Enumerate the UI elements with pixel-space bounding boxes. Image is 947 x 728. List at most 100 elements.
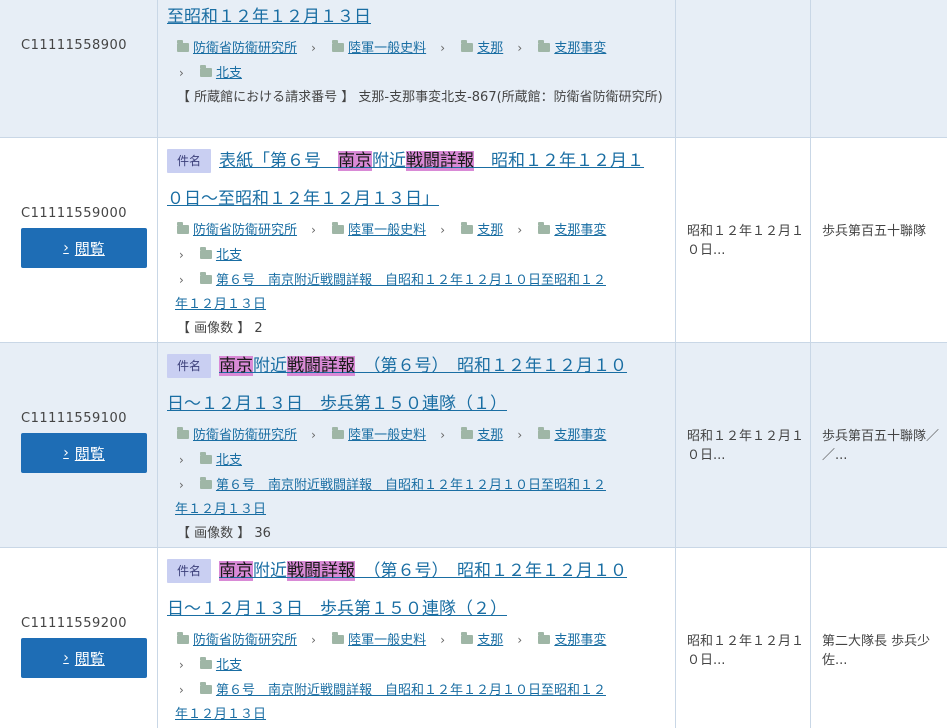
chevron-right-icon: › — [517, 428, 523, 442]
breadcrumb-link-cont[interactable]: 年１２月１３日 — [175, 707, 266, 722]
breadcrumb-link[interactable]: 第６号 南京附近戦闘詳報 自昭和１２年１２月１０日至昭和１２ — [216, 478, 606, 493]
image-count: 【 画像数 】 36 — [177, 526, 271, 541]
reference-code: C11111559200 — [21, 616, 128, 631]
view-button[interactable]: › 閲覧 — [21, 638, 147, 678]
chevron-right-icon: › — [311, 428, 316, 442]
breadcrumb-link[interactable]: 防衛省防衛研究所 — [193, 41, 297, 56]
folder-icon — [332, 40, 345, 52]
folder-icon — [177, 632, 189, 644]
breadcrumb-link[interactable]: 支那事変 — [554, 428, 606, 443]
chevron-right-icon: › — [440, 41, 446, 55]
breadcrumb-link[interactable]: 支那事変 — [554, 41, 606, 56]
breadcrumb-link[interactable]: 北支 — [216, 453, 242, 468]
folder-icon — [177, 222, 189, 234]
breadcrumb-link[interactable]: 支那 — [477, 223, 503, 238]
reference-code: C11111558900 — [21, 38, 128, 53]
folder-icon — [538, 632, 551, 644]
folder-icon — [461, 222, 474, 234]
breadcrumb-link[interactable]: 支那 — [477, 633, 503, 648]
subject-badge: 件名 — [167, 149, 212, 173]
table-row: C11111559000 › 閲覧 件名 表紙「第６号 南京附近戦闘詳報 昭和１２年… — [0, 138, 947, 343]
reference-code: C11111559100 — [21, 411, 128, 426]
chevron-right-icon: › — [63, 445, 69, 461]
breadcrumb-link[interactable]: 防衛省防衛研究所 — [193, 633, 297, 648]
chevron-right-icon: › — [440, 428, 446, 442]
breadcrumb-link[interactable]: 支那 — [477, 428, 503, 443]
breadcrumb-link[interactable]: 支那事変 — [554, 223, 606, 238]
breadcrumb-link[interactable]: 陸軍一般史料 — [348, 41, 426, 56]
folder-icon — [199, 682, 212, 694]
breadcrumb: 防衛省防衛研究所 › 陸軍一般史料 › 支那 › 支那事変 › 北支 › 第６号… — [167, 628, 675, 727]
record-title-link-cont[interactable]: 日～１２月１３日 歩兵第１５０連隊（２） — [167, 599, 507, 619]
folder-icon — [199, 65, 212, 77]
folder-icon — [332, 427, 345, 439]
breadcrumb-link[interactable]: 防衛省防衛研究所 — [193, 223, 297, 238]
breadcrumb-link[interactable]: 第６号 南京附近戦闘詳報 自昭和１２年１２月１０日至昭和１２ — [216, 683, 606, 698]
breadcrumb-link[interactable]: 陸軍一般史料 — [348, 428, 426, 443]
folder-icon — [199, 247, 212, 259]
view-button[interactable]: › 閲覧 — [21, 228, 147, 268]
chevron-right-icon: › — [179, 478, 184, 492]
chevron-right-icon: › — [179, 453, 184, 467]
folder-icon — [177, 40, 189, 52]
chevron-right-icon: › — [440, 223, 446, 237]
breadcrumb-link[interactable]: 第６号 南京附近戦闘詳報 自昭和１２年１２月１０日至昭和１２ — [216, 273, 606, 288]
folder-icon — [461, 427, 474, 439]
date-range: 昭和１２年１２月１０日... — [687, 429, 805, 463]
subject-badge: 件名 — [167, 354, 212, 378]
record-title-link[interactable]: 南京附近戦闘詳報 （第６号） 昭和１２年１２月１０ — [219, 561, 627, 581]
chevron-right-icon: › — [517, 633, 523, 647]
chevron-right-icon: › — [311, 633, 316, 647]
record-title-link[interactable]: 表紙「第６号 南京附近戦闘詳報 昭和１２年１２月１ — [219, 151, 644, 171]
chevron-right-icon: › — [179, 683, 184, 697]
table-row: C11111558900 至昭和１２年１２月１３日 防衛省防衛研究所 › 陸軍一… — [0, 0, 947, 138]
chevron-right-icon: › — [63, 650, 69, 666]
call-number: 【 所蔵館における請求番号 】 支那-支那事変北支-867(所蔵館：防衛省防衛研… — [177, 90, 663, 105]
folder-icon — [199, 272, 212, 284]
folder-icon — [177, 427, 189, 439]
breadcrumb-link[interactable]: 北支 — [216, 66, 242, 81]
record-title-link[interactable]: 至昭和１２年１２月１３日 — [167, 7, 371, 27]
folder-icon — [538, 222, 551, 234]
breadcrumb-link[interactable]: 支那事変 — [554, 633, 606, 648]
breadcrumb-link[interactable]: 防衛省防衛研究所 — [193, 428, 297, 443]
creator-org: 第二大隊長 歩兵少佐... — [822, 634, 931, 668]
folder-icon — [199, 657, 212, 669]
results-table: C11111558900 至昭和１２年１２月１３日 防衛省防衛研究所 › 陸軍一… — [0, 0, 947, 728]
chevron-right-icon: › — [311, 41, 316, 55]
subject-badge: 件名 — [167, 559, 212, 583]
creator-org: 歩兵第百五十聯隊 — [822, 224, 927, 239]
breadcrumb: 防衛省防衛研究所 › 陸軍一般史料 › 支那 › 支那事変 › 北支 — [167, 36, 675, 86]
folder-icon — [461, 40, 474, 52]
breadcrumb-link[interactable]: 支那 — [477, 41, 503, 56]
chevron-right-icon: › — [311, 223, 316, 237]
folder-icon — [538, 40, 551, 52]
reference-code: C11111559000 — [21, 206, 128, 221]
record-title-link-cont[interactable]: ０日～至昭和１２年１２月１３日」 — [167, 189, 439, 209]
breadcrumb-link[interactable]: 北支 — [216, 248, 242, 263]
breadcrumb-link[interactable]: 北支 — [216, 658, 242, 673]
date-range: 昭和１２年１２月１０日... — [687, 634, 805, 668]
breadcrumb-link[interactable]: 陸軍一般史料 — [348, 223, 426, 238]
chevron-right-icon: › — [179, 248, 184, 262]
breadcrumb-link-cont[interactable]: 年１２月１３日 — [175, 297, 266, 312]
folder-icon — [199, 477, 212, 489]
chevron-right-icon: › — [179, 658, 184, 672]
table-row: C11111559100 › 閲覧 件名 南京附近戦闘詳報 （第６号） 昭和１２年１… — [0, 343, 947, 548]
breadcrumb-link[interactable]: 陸軍一般史料 — [348, 633, 426, 648]
folder-icon — [538, 427, 551, 439]
chevron-right-icon: › — [179, 273, 184, 287]
chevron-right-icon: › — [440, 633, 446, 647]
folder-icon — [332, 632, 345, 644]
breadcrumb: 防衛省防衛研究所 › 陸軍一般史料 › 支那 › 支那事変 › 北支 › 第６号… — [167, 218, 675, 317]
view-button[interactable]: › 閲覧 — [21, 433, 147, 473]
folder-icon — [461, 632, 474, 644]
folder-icon — [332, 222, 345, 234]
record-title-link[interactable]: 南京附近戦闘詳報 （第６号） 昭和１２年１２月１０ — [219, 356, 627, 376]
image-count: 【 画像数 】 2 — [177, 321, 263, 336]
breadcrumb-link-cont[interactable]: 年１２月１３日 — [175, 502, 266, 517]
chevron-right-icon: › — [179, 66, 184, 80]
record-title-link-cont[interactable]: 日～１２月１３日 歩兵第１５０連隊（１） — [167, 394, 507, 414]
table-row: C11111559200 › 閲覧 件名 南京附近戦闘詳報 （第６号） 昭和１２年１… — [0, 548, 947, 728]
creator-org: 歩兵第百五十聯隊／／... — [822, 429, 940, 463]
